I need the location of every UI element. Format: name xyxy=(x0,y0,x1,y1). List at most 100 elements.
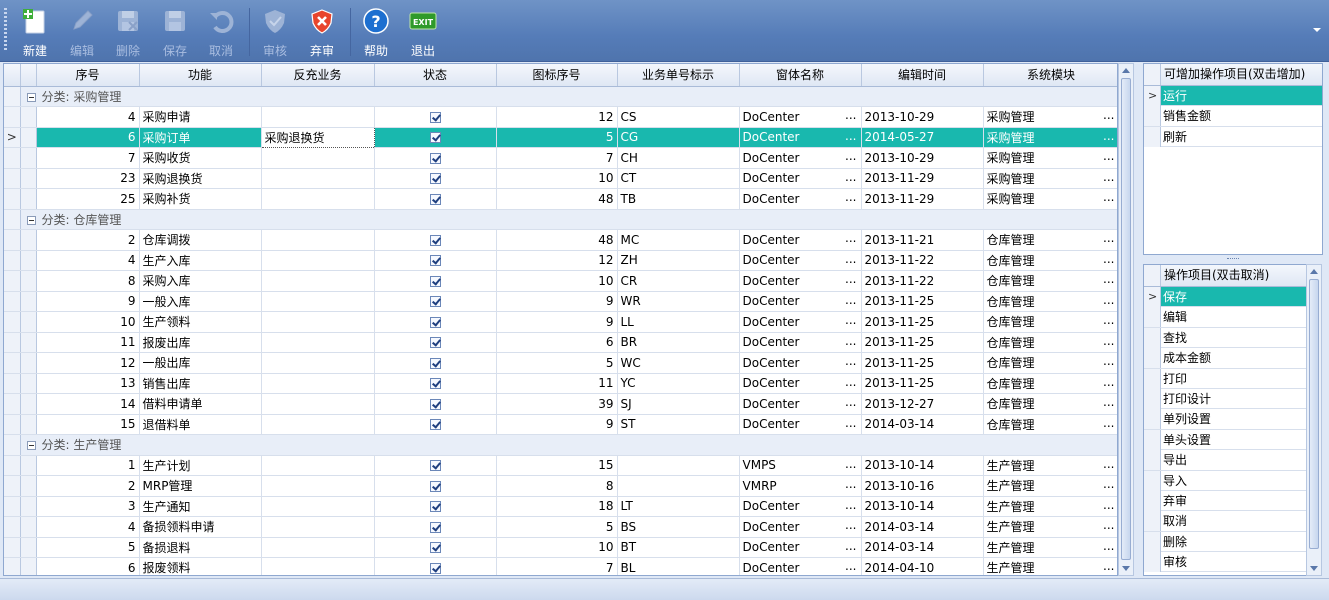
cell-module[interactable]: 仓库管理... xyxy=(983,332,1117,353)
cell-status[interactable] xyxy=(374,250,497,271)
edit-button[interactable]: 编辑 xyxy=(61,4,103,60)
cell-time[interactable]: 2013-11-22 xyxy=(861,270,984,292)
cell-status[interactable] xyxy=(374,414,497,435)
status-checkbox[interactable] xyxy=(429,132,441,144)
cell-function[interactable]: 采购收货 xyxy=(139,147,262,169)
cell-form[interactable]: DoCenter... xyxy=(739,106,862,128)
cell-form[interactable]: DoCenter... xyxy=(739,127,862,148)
cell-module[interactable]: 生产管理... xyxy=(983,537,1117,558)
cell-code[interactable]: BR xyxy=(617,332,740,353)
module-ellipsis-button[interactable]: ... xyxy=(1103,477,1114,491)
module-ellipsis-button[interactable]: ... xyxy=(1103,334,1114,348)
cell-form[interactable]: DoCenter... xyxy=(739,537,862,558)
group-header[interactable]: 分类: 仓库管理 xyxy=(20,209,1117,230)
status-checkbox[interactable] xyxy=(429,173,441,185)
cell-seq[interactable]: 6 xyxy=(36,127,140,148)
status-checkbox[interactable] xyxy=(429,234,441,246)
operation-item[interactable]: 导入 xyxy=(1144,470,1306,491)
cell-reverse[interactable] xyxy=(261,557,375,575)
group-header[interactable]: 分类: 生产管理 xyxy=(20,434,1117,456)
form-ellipsis-button[interactable]: ... xyxy=(845,457,856,471)
cell-reverse[interactable] xyxy=(261,537,375,558)
cell-status[interactable] xyxy=(374,311,497,333)
column-header-seq[interactable]: 序号 xyxy=(36,64,140,87)
cell-icon-no[interactable]: 9 xyxy=(496,414,618,435)
cell-code[interactable]: LL xyxy=(617,311,740,333)
table-row[interactable]: 4 采购申请 12 CS DoCenter... 2013-10-29 采购管理... xyxy=(4,106,1117,128)
column-header-form[interactable]: 窗体名称 xyxy=(739,64,862,87)
cell-status[interactable] xyxy=(374,291,497,312)
module-ellipsis-button[interactable]: ... xyxy=(1103,416,1114,430)
operation-item[interactable]: > 保存 xyxy=(1144,287,1306,308)
form-ellipsis-button[interactable]: ... xyxy=(845,190,856,204)
cell-seq[interactable]: 4 xyxy=(36,516,140,538)
column-header-reverse[interactable]: 反充业务 xyxy=(261,64,375,87)
cell-function[interactable]: 退借料单 xyxy=(139,414,262,435)
scroll-up-icon[interactable] xyxy=(1122,68,1130,73)
group-row[interactable]: 分类: 采购管理 xyxy=(4,86,1117,107)
collapse-icon[interactable] xyxy=(26,441,36,451)
cell-code[interactable]: SJ xyxy=(617,393,740,415)
operation-item[interactable]: 成本金额 xyxy=(1144,348,1306,369)
cell-time[interactable]: 2013-10-29 xyxy=(861,106,984,128)
cell-seq[interactable]: 1 xyxy=(36,455,140,476)
cell-icon-no[interactable]: 10 xyxy=(496,168,618,189)
cell-time[interactable]: 2013-10-14 xyxy=(861,496,984,517)
form-ellipsis-button[interactable]: ... xyxy=(845,129,856,143)
module-ellipsis-button[interactable]: ... xyxy=(1103,149,1114,163)
cell-function[interactable]: 生产计划 xyxy=(139,455,262,476)
cell-status[interactable] xyxy=(374,557,497,575)
module-ellipsis-button[interactable]: ... xyxy=(1103,293,1114,307)
cell-code[interactable]: CG xyxy=(617,127,740,148)
horizontal-splitter[interactable] xyxy=(1143,256,1323,262)
cell-icon-no[interactable]: 5 xyxy=(496,127,618,148)
module-ellipsis-button[interactable]: ... xyxy=(1103,170,1114,184)
cell-module[interactable]: 生产管理... xyxy=(983,455,1117,476)
cell-module[interactable]: 生产管理... xyxy=(983,475,1117,497)
table-row[interactable]: 9 一般入库 9 WR DoCenter... 2013-11-25 仓库管理... xyxy=(4,291,1117,312)
new-button[interactable]: 新建 xyxy=(14,4,56,60)
help-button[interactable]: ? 帮助 xyxy=(355,4,397,60)
module-ellipsis-button[interactable]: ... xyxy=(1103,457,1114,471)
module-ellipsis-button[interactable]: ... xyxy=(1103,354,1114,368)
cell-form[interactable]: VMPS... xyxy=(739,455,862,476)
column-header-status[interactable]: 状态 xyxy=(374,64,497,87)
cell-code[interactable]: CR xyxy=(617,270,740,292)
available-item[interactable]: 销售金额 xyxy=(1144,106,1322,127)
scroll-down-icon[interactable] xyxy=(1310,566,1318,571)
form-ellipsis-button[interactable]: ... xyxy=(845,149,856,163)
status-checkbox[interactable] xyxy=(429,542,441,554)
cell-code[interactable]: ZH xyxy=(617,250,740,271)
operation-item[interactable]: 审核 xyxy=(1144,552,1306,573)
available-item[interactable]: 刷新 xyxy=(1144,126,1322,148)
cell-form[interactable]: DoCenter... xyxy=(739,168,862,189)
cell-form[interactable]: DoCenter... xyxy=(739,352,862,374)
cell-time[interactable]: 2014-03-14 xyxy=(861,414,984,435)
cell-reverse[interactable] xyxy=(261,475,375,497)
cell-seq[interactable]: 8 xyxy=(36,270,140,292)
cell-module[interactable]: 仓库管理... xyxy=(983,270,1117,292)
cell-status[interactable] xyxy=(374,270,497,292)
cell-icon-no[interactable]: 48 xyxy=(496,229,618,251)
cell-code[interactable]: WC xyxy=(617,352,740,374)
cell-status[interactable] xyxy=(374,352,497,374)
cell-function[interactable]: 仓库调拨 xyxy=(139,229,262,251)
table-row[interactable]: 4 备损领料申请 5 BS DoCenter... 2014-03-14 生产管理... xyxy=(4,516,1117,538)
cell-form[interactable]: DoCenter... xyxy=(739,147,862,169)
cell-status[interactable] xyxy=(374,332,497,353)
cell-function[interactable]: 生产通知 xyxy=(139,496,262,517)
cell-reverse[interactable] xyxy=(261,373,375,394)
cell-icon-no[interactable]: 10 xyxy=(496,270,618,292)
form-ellipsis-button[interactable]: ... xyxy=(845,375,856,389)
cell-status[interactable] xyxy=(374,188,497,210)
audit-button[interactable]: 审核 xyxy=(254,4,296,60)
cell-code[interactable]: MC xyxy=(617,229,740,251)
cell-module[interactable]: 仓库管理... xyxy=(983,414,1117,435)
cell-seq[interactable]: 4 xyxy=(36,250,140,271)
table-row[interactable]: 8 采购入库 10 CR DoCenter... 2013-11-22 仓库管理... xyxy=(4,270,1117,292)
cell-module[interactable]: 仓库管理... xyxy=(983,352,1117,374)
cell-status[interactable] xyxy=(374,516,497,538)
group-row[interactable]: 分类: 仓库管理 xyxy=(4,209,1117,230)
status-checkbox[interactable] xyxy=(429,255,441,267)
table-row[interactable]: 23 采购退换货 10 CT DoCenter... 2013-11-29 采购管理... xyxy=(4,168,1117,189)
